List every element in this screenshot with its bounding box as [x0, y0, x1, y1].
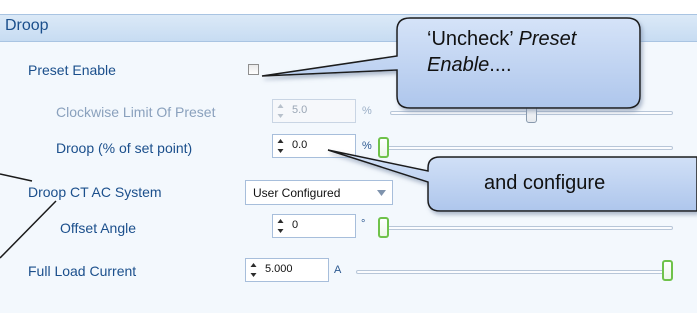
- pointer-line-offset-angle: [0, 200, 57, 259]
- callout-overlay: [0, 17, 697, 259]
- callout-uncheck-text: ‘Uncheck’ Preset Enable....: [427, 26, 576, 78]
- pointer-line-droop-ct: [0, 173, 33, 182]
- callout-configure-text: and configure: [484, 172, 606, 194]
- callout-uncheck-line2-italic: Enable: [427, 54, 490, 76]
- callout-uncheck-quote: ‘Uncheck’: [427, 28, 513, 50]
- callout-uncheck-italic: Preset: [518, 28, 577, 50]
- callout-uncheck-line2-rest: ....: [489, 54, 512, 76]
